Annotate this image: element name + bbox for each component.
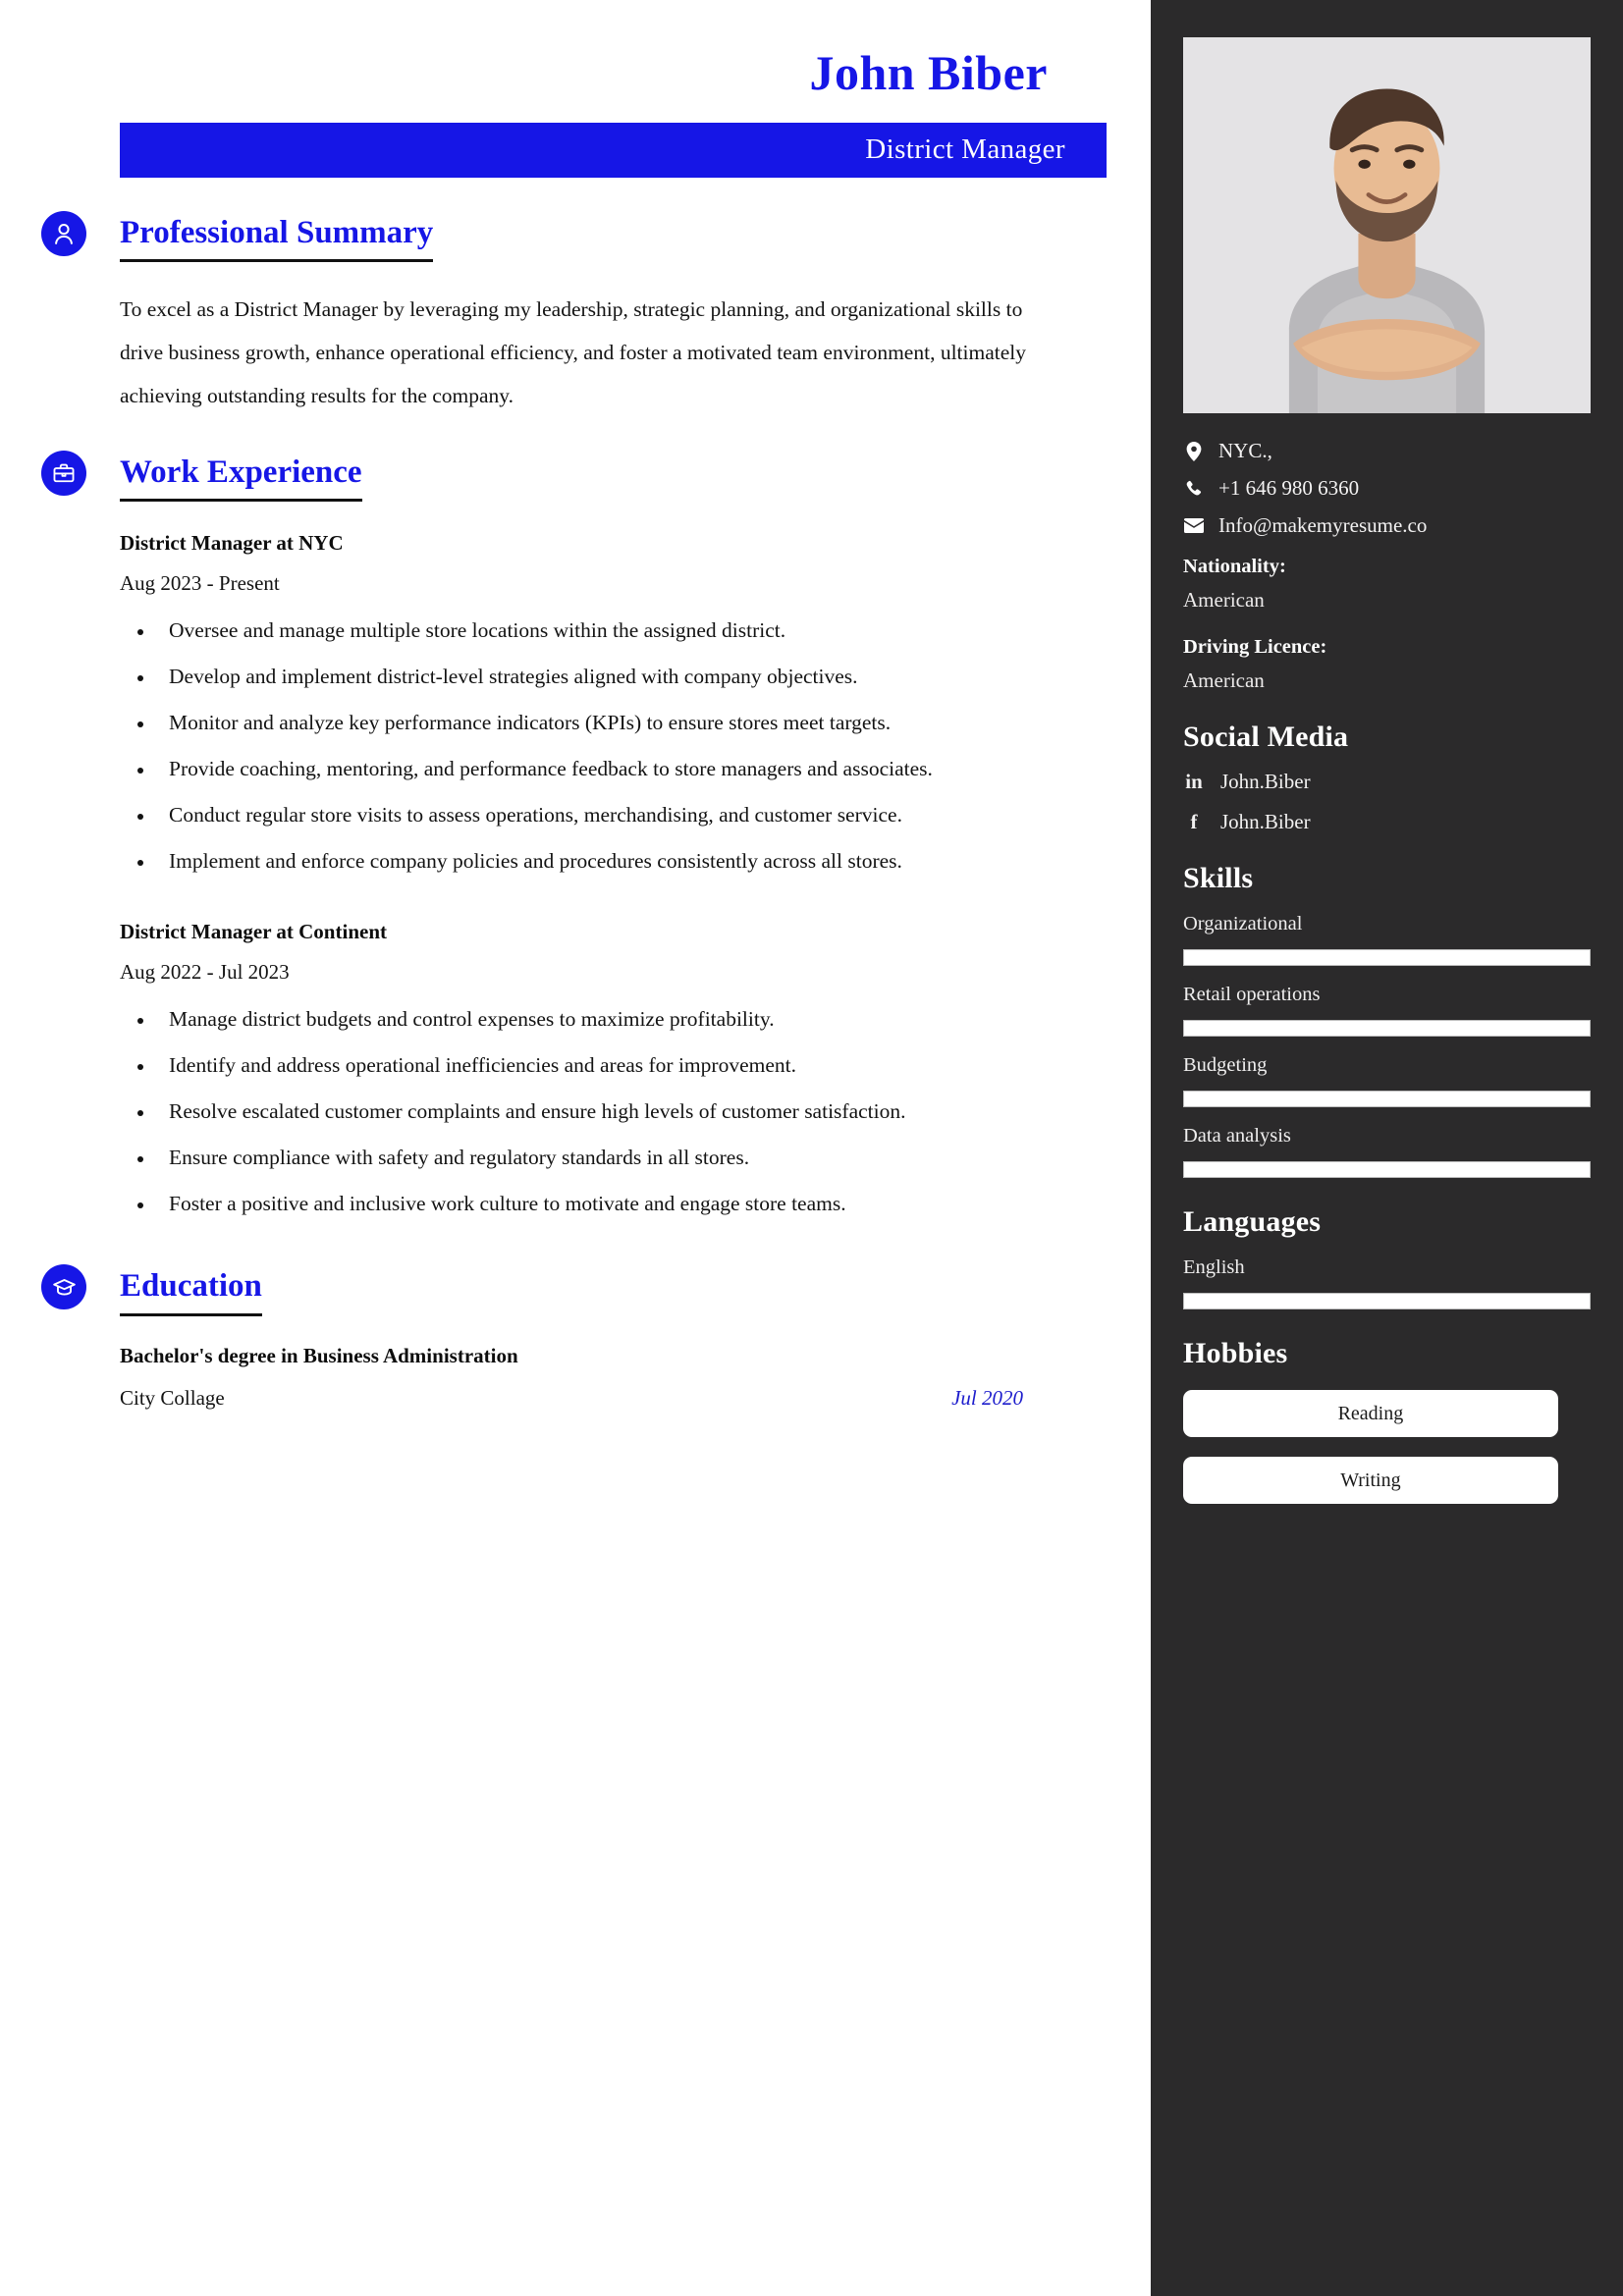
- education-meta-row: City Collage Jul 2020: [120, 1386, 1023, 1411]
- main-column: John Biber District Manager Professional…: [0, 0, 1151, 2296]
- education-degree: Bachelor's degree in Business Administra…: [120, 1343, 518, 1367]
- skill-bar: [1183, 949, 1591, 966]
- job-entry: District Manager at NYC Aug 2023 - Prese…: [120, 531, 1107, 882]
- detail-label: Nationality:: [1183, 556, 1286, 577]
- location-pin-icon: [1183, 441, 1205, 461]
- detail-nationality: Nationality: American: [1183, 556, 1591, 613]
- skill-name: Data analysis: [1183, 1125, 1291, 1147]
- social-item-facebook[interactable]: f John.Biber: [1183, 810, 1591, 834]
- skill-name: Retail operations: [1183, 984, 1321, 1005]
- facebook-icon: f: [1190, 810, 1198, 833]
- job-bullets: Oversee and manage multiple store locati…: [155, 610, 1107, 882]
- person-icon: [41, 210, 86, 256]
- section-title: Professional Summary: [120, 214, 434, 250]
- contact-value: Info@makemyresume.co: [1218, 513, 1428, 537]
- job-entry: District Manager at Continent Aug 2022 -…: [120, 920, 1107, 1225]
- name-row: John Biber: [0, 0, 1107, 99]
- education-date: Jul 2020: [951, 1385, 1023, 1410]
- detail-label: Driving Licence:: [1183, 636, 1327, 658]
- social-handle: John.Biber: [1220, 810, 1311, 833]
- social-handle: John.Biber: [1220, 770, 1311, 793]
- contact-value: NYC.,: [1218, 439, 1272, 462]
- job-title-banner: District Manager: [120, 122, 1107, 178]
- language-name: English: [1183, 1256, 1245, 1278]
- job-bullet: Provide coaching, mentoring, and perform…: [155, 748, 1058, 790]
- summary-text: To excel as a District Manager by levera…: [120, 296, 1026, 407]
- section-professional-summary: Professional Summary To excel as a Distr…: [0, 210, 1107, 417]
- social-item-linkedin[interactable]: in John.Biber: [1183, 770, 1591, 794]
- linkedin-icon: in: [1185, 770, 1203, 793]
- skills-heading: Skills: [1183, 862, 1254, 894]
- section-rule: [120, 1312, 262, 1316]
- skill-bar-fill: [1184, 1021, 1590, 1036]
- job-date: Aug 2023 - Present: [120, 571, 280, 596]
- job-bullet: Manage district budgets and control expe…: [155, 998, 1058, 1041]
- phone-icon: [1183, 480, 1205, 498]
- job-date: Aug 2022 - Jul 2023: [120, 960, 290, 985]
- page-title: John Biber: [809, 45, 1048, 100]
- job-bullet: Foster a positive and inclusive work cul…: [155, 1183, 1058, 1225]
- language-item: English: [1183, 1256, 1591, 1309]
- contact-value: +1 646 980 6360: [1218, 476, 1360, 500]
- briefcase-icon: [41, 450, 86, 496]
- detail-value: American: [1183, 588, 1265, 612]
- sidebar: NYC., +1 646 980 6360 Info@makemyresume.…: [1151, 0, 1623, 2296]
- job-bullets: Manage district budgets and control expe…: [155, 998, 1107, 1225]
- hobby-item-reading[interactable]: Reading: [1183, 1390, 1558, 1437]
- language-bar-fill: [1184, 1294, 1590, 1308]
- job-title-text: District Manager: [865, 133, 1065, 165]
- contact-location: NYC.,: [1183, 439, 1591, 463]
- skill-bar-fill: [1184, 1162, 1590, 1177]
- hobbies-heading: Hobbies: [1183, 1337, 1288, 1369]
- education-school: City Collage: [120, 1385, 225, 1410]
- summary-heading-row: Professional Summary: [120, 215, 1107, 262]
- job-bullet: Ensure compliance with safety and regula…: [155, 1137, 1058, 1179]
- section-title: Work Experience: [120, 454, 362, 490]
- job-role: District Manager at NYC: [120, 531, 344, 556]
- job-bullet: Implement and enforce company policies a…: [155, 840, 1058, 882]
- job-bullet: Monitor and analyze key performance indi…: [155, 702, 1058, 744]
- social-media-heading: Social Media: [1183, 721, 1349, 753]
- contact-list: NYC., +1 646 980 6360 Info@makemyresume.…: [1183, 439, 1591, 538]
- skill-bar-fill: [1184, 1092, 1590, 1106]
- skill-item: Organizational: [1183, 913, 1591, 966]
- envelope-icon: [1183, 518, 1205, 533]
- section-rule: [120, 258, 433, 262]
- skill-item: Data analysis: [1183, 1125, 1591, 1178]
- hobby-item-writing[interactable]: Writing: [1183, 1457, 1558, 1504]
- skill-bar: [1183, 1020, 1591, 1037]
- graduation-cap-icon: [41, 1264, 86, 1310]
- skill-item: Budgeting: [1183, 1054, 1591, 1107]
- education-entry: Bachelor's degree in Business Administra…: [120, 1344, 1107, 1411]
- job-bullet: Develop and implement district-level str…: [155, 656, 1058, 698]
- contact-phone: +1 646 980 6360: [1183, 476, 1591, 501]
- skill-item: Retail operations: [1183, 984, 1591, 1037]
- job-bullet: Conduct regular store visits to assess o…: [155, 794, 1058, 836]
- job-bullet: Identify and address operational ineffic…: [155, 1044, 1058, 1087]
- detail-driving-licence: Driving Licence: American: [1183, 636, 1591, 693]
- skill-name: Organizational: [1183, 913, 1303, 934]
- languages-heading: Languages: [1183, 1205, 1322, 1238]
- section-rule: [120, 499, 362, 503]
- education-heading-row: Education: [120, 1268, 1107, 1316]
- job-bullet: Oversee and manage multiple store locati…: [155, 610, 1058, 652]
- language-bar: [1183, 1293, 1591, 1309]
- job-bullet: Resolve escalated customer complaints an…: [155, 1091, 1058, 1133]
- contact-email: Info@makemyresume.co: [1183, 513, 1591, 538]
- section-title: Education: [120, 1268, 262, 1305]
- skill-bar: [1183, 1091, 1591, 1107]
- detail-value: American: [1183, 668, 1265, 692]
- work-heading-row: Work Experience: [120, 454, 1107, 503]
- avatar: [1183, 37, 1591, 413]
- job-role: District Manager at Continent: [120, 920, 387, 944]
- resume-page: John Biber District Manager Professional…: [0, 0, 1623, 2296]
- section-work-experience: Work Experience District Manager at NYC …: [0, 450, 1107, 1225]
- skill-bar-fill: [1184, 950, 1590, 965]
- skill-name: Budgeting: [1183, 1054, 1268, 1076]
- section-education: Education Bachelor's degree in Business …: [0, 1264, 1107, 1411]
- skill-bar: [1183, 1161, 1591, 1178]
